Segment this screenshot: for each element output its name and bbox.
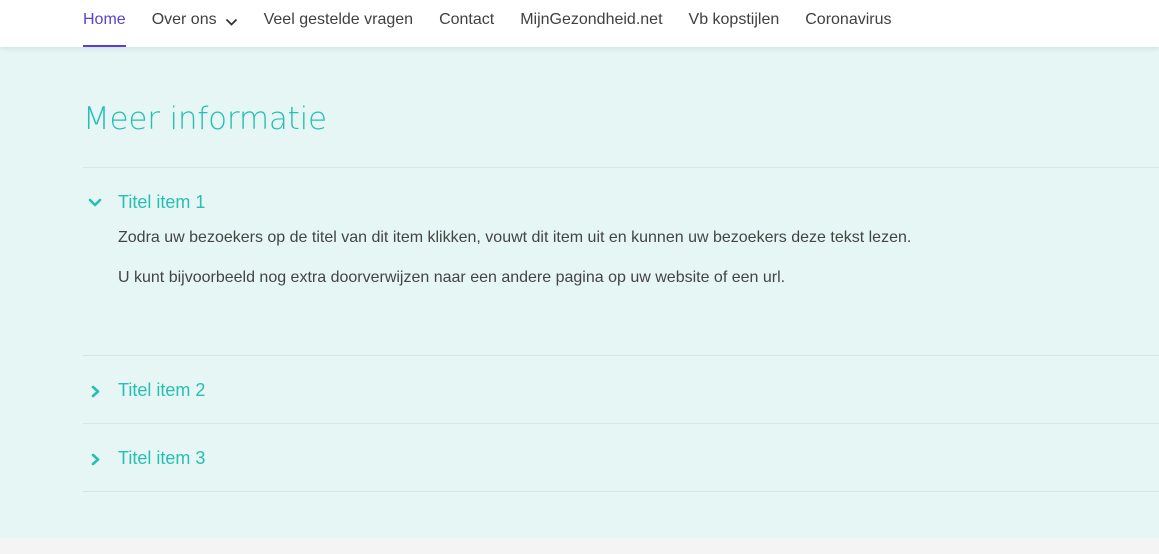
nav-item-contact[interactable]: Contact: [439, 0, 494, 47]
nav-item-label: MijnGezondheid.net: [520, 11, 663, 28]
nav-item-mijngezondheid[interactable]: MijnGezondheid.net: [520, 0, 662, 47]
accordion-paragraph: U kunt bijvoorbeeld nog extra doorverwij…: [118, 269, 786, 286]
nav-item-faq[interactable]: Veel gestelde vragen: [264, 0, 413, 47]
accordion-title: Titel item 3: [118, 448, 206, 468]
nav-item-label: Over ons: [151, 11, 217, 28]
accordion-item: Titel item 2: [83, 355, 1159, 423]
accordion-body: Zodra uw bezoekers op de titel van dit i…: [83, 228, 1159, 355]
section-title: Meer informatie: [83, 101, 327, 137]
nav-item-coronavirus[interactable]: Coronavirus: [805, 0, 891, 47]
chevron-right-icon[interactable]: [88, 384, 102, 398]
info-section: Meer informatie Titel item 1 Zodra uw be…: [0, 47, 1159, 538]
nav-item-label: Vb kopstijlen: [688, 11, 780, 28]
accordion-item: Titel item 1 Zodra uw bezoekers op de ti…: [83, 167, 1159, 355]
chevron-down-icon[interactable]: [88, 196, 102, 210]
chevron-down-icon[interactable]: [225, 14, 238, 32]
nav-item-over-ons[interactable]: Over ons: [152, 0, 238, 47]
accordion-header-2[interactable]: Titel item 2: [83, 356, 1159, 423]
nav-menu: Home Over ons Veel gestelde vragen Conta…: [83, 0, 918, 47]
accordion: Titel item 1 Zodra uw bezoekers op de ti…: [83, 167, 1159, 492]
nav-item-home[interactable]: Home: [83, 0, 126, 47]
accordion-header-1[interactable]: Titel item 1: [83, 168, 1159, 228]
top-navigation: Home Over ons Veel gestelde vragen Conta…: [0, 0, 1159, 47]
nav-item-label: Coronavirus: [805, 11, 892, 28]
chevron-right-icon[interactable]: [88, 452, 102, 466]
accordion-title: Titel item 2: [118, 380, 206, 400]
accordion-paragraph: Zodra uw bezoekers op de titel van dit i…: [118, 229, 912, 246]
accordion-title: Titel item 1: [118, 192, 206, 212]
accordion-header-3[interactable]: Titel item 3: [83, 424, 1159, 491]
nav-item-label: Home: [83, 11, 126, 28]
accordion-item: Titel item 3: [83, 423, 1159, 492]
nav-item-label: Contact: [439, 11, 495, 28]
nav-item-label: Veel gestelde vragen: [263, 11, 414, 28]
nav-item-kopstijlen[interactable]: Vb kopstijlen: [689, 0, 780, 47]
